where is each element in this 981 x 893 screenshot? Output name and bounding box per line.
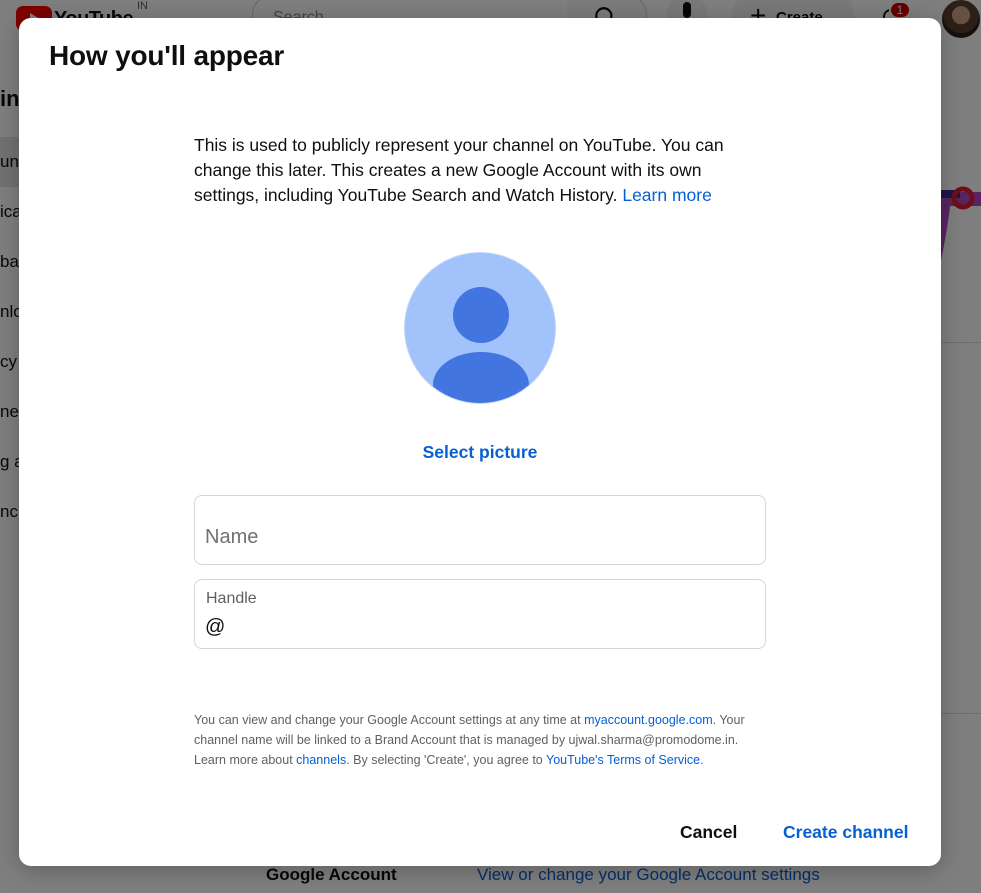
myaccount-link[interactable]: myaccount.google.com — [584, 713, 713, 727]
name-field[interactable] — [194, 495, 766, 565]
default-avatar-icon — [405, 253, 555, 403]
fine-print-text: . By selecting 'Create', you agree to — [346, 753, 546, 767]
channels-link[interactable]: channels — [296, 753, 346, 767]
fine-print-text: You can view and change your Google Acco… — [194, 713, 585, 727]
cancel-button[interactable]: Cancel — [680, 822, 737, 843]
learn-more-link[interactable]: Learn more — [622, 185, 712, 205]
select-picture-button[interactable]: Select picture — [423, 442, 538, 462]
intro-text: This is used to publicly represent your … — [194, 133, 734, 208]
terms-of-service-link[interactable]: YouTube's Terms of Service — [546, 753, 700, 767]
handle-label: Handle — [206, 590, 257, 607]
handle-field[interactable]: Handle @ — [194, 579, 766, 649]
create-channel-dialog: How you'll appear This is used to public… — [19, 18, 941, 866]
select-picture-container: Select picture — [19, 442, 941, 463]
handle-at-prefix: @ — [205, 616, 226, 638]
account-fine-print: You can view and change your Google Acco… — [194, 710, 764, 770]
name-input[interactable] — [205, 526, 745, 549]
create-channel-button[interactable]: Create channel — [783, 822, 908, 843]
dialog-title: How you'll appear — [49, 40, 285, 71]
profile-picture[interactable] — [404, 252, 556, 404]
fine-print-text: . — [700, 753, 704, 767]
handle-input[interactable] — [227, 616, 747, 639]
